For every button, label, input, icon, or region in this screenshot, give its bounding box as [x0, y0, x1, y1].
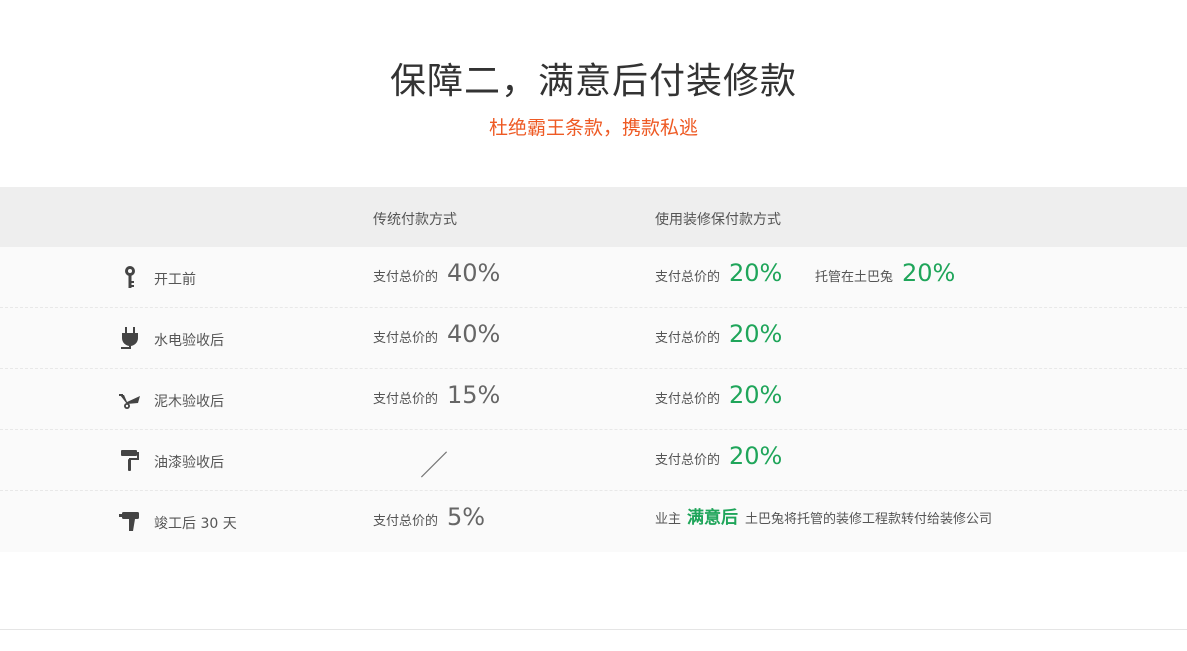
traditional-percent: 40% [447, 259, 501, 287]
drill-icon [118, 509, 142, 533]
pay-label: 支付总价的 [655, 270, 721, 285]
stage-label: 水电验收后 [154, 333, 224, 349]
owner-label: 业主 [655, 512, 682, 527]
col-traditional-header: 传统付款方式 [373, 212, 457, 228]
pay-label: 支付总价的 [373, 270, 439, 285]
traditional-percent: 5% [447, 503, 486, 531]
pay-label: 支付总价的 [373, 392, 439, 407]
stage-label: 开工前 [154, 272, 196, 288]
pay-label: 支付总价的 [655, 453, 721, 468]
pay-label: 支付总价的 [373, 331, 439, 346]
guarantee-cell: 支付总价的 20% [655, 320, 782, 348]
escrow-percent: 20% [902, 259, 956, 287]
not-applicable-slash: ／ [420, 449, 449, 482]
divider [0, 629, 1187, 630]
pay-label: 支付总价的 [655, 331, 721, 346]
plug-icon [118, 326, 142, 350]
payment-comparison-table: 传统付款方式 使用装修保付款方式 开工前 支付总价的 40% 支付总价的 20%… [0, 187, 1187, 552]
table-row: 水电验收后 支付总价的 40% 支付总价的 20% [0, 308, 1187, 369]
stage-label: 油漆验收后 [154, 455, 224, 471]
guarantee-percent: 20% [729, 381, 783, 409]
pay-label: 支付总价的 [655, 392, 721, 407]
paint-roller-icon [118, 448, 142, 472]
satisfied-highlight: 满意后 [687, 508, 739, 528]
guarantee-cell: 支付总价的 20% [655, 442, 782, 470]
col-guarantee-header: 使用装修保付款方式 [655, 212, 781, 228]
guarantee-percent: 20% [729, 259, 783, 287]
final-transfer-text: 土巴兔将托管的装修工程款转付给装修公司 [745, 512, 993, 527]
table-row: 开工前 支付总价的 40% 支付总价的 20% 托管在土巴兔 20% [0, 247, 1187, 308]
table-header: 传统付款方式 使用装修保付款方式 [0, 187, 1187, 247]
page-title: 保障二，满意后付装修款 [389, 61, 797, 102]
pay-label: 支付总价的 [373, 514, 439, 529]
guarantee-cell: 支付总价的 20% [655, 381, 782, 409]
guarantee-percent: 20% [729, 442, 783, 470]
page-subtitle: 杜绝霸王条款，携款私逃 [488, 117, 698, 139]
traditional-cell: 支付总价的 40% [373, 259, 500, 287]
wheelbarrow-icon [118, 387, 142, 411]
final-guarantee-cell: 业主 满意后 土巴兔将托管的装修工程款转付给装修公司 [655, 503, 1001, 528]
table-row: 竣工后 30 天 支付总价的 5% 业主 满意后 土巴兔将托管的装修工程款转付给… [0, 491, 1187, 552]
stage-label: 泥木验收后 [154, 394, 224, 410]
table-row: 泥木验收后 支付总价的 15% 支付总价的 20% [0, 369, 1187, 430]
escrow-label: 托管在土巴兔 [815, 270, 894, 285]
traditional-percent: 40% [447, 320, 501, 348]
guarantee-percent: 20% [729, 320, 783, 348]
traditional-percent: 15% [447, 381, 501, 409]
escrow-cell: 托管在土巴兔 20% [815, 259, 955, 287]
traditional-cell: 支付总价的 5% [373, 503, 485, 531]
traditional-cell: 支付总价的 15% [373, 381, 500, 409]
guarantee-cell: 支付总价的 20% [655, 259, 782, 287]
stage-label: 竣工后 30 天 [154, 516, 237, 532]
traditional-cell: 支付总价的 40% [373, 320, 500, 348]
table-row: 油漆验收后 ／ 支付总价的 20% [0, 430, 1187, 491]
key-icon [118, 265, 142, 289]
